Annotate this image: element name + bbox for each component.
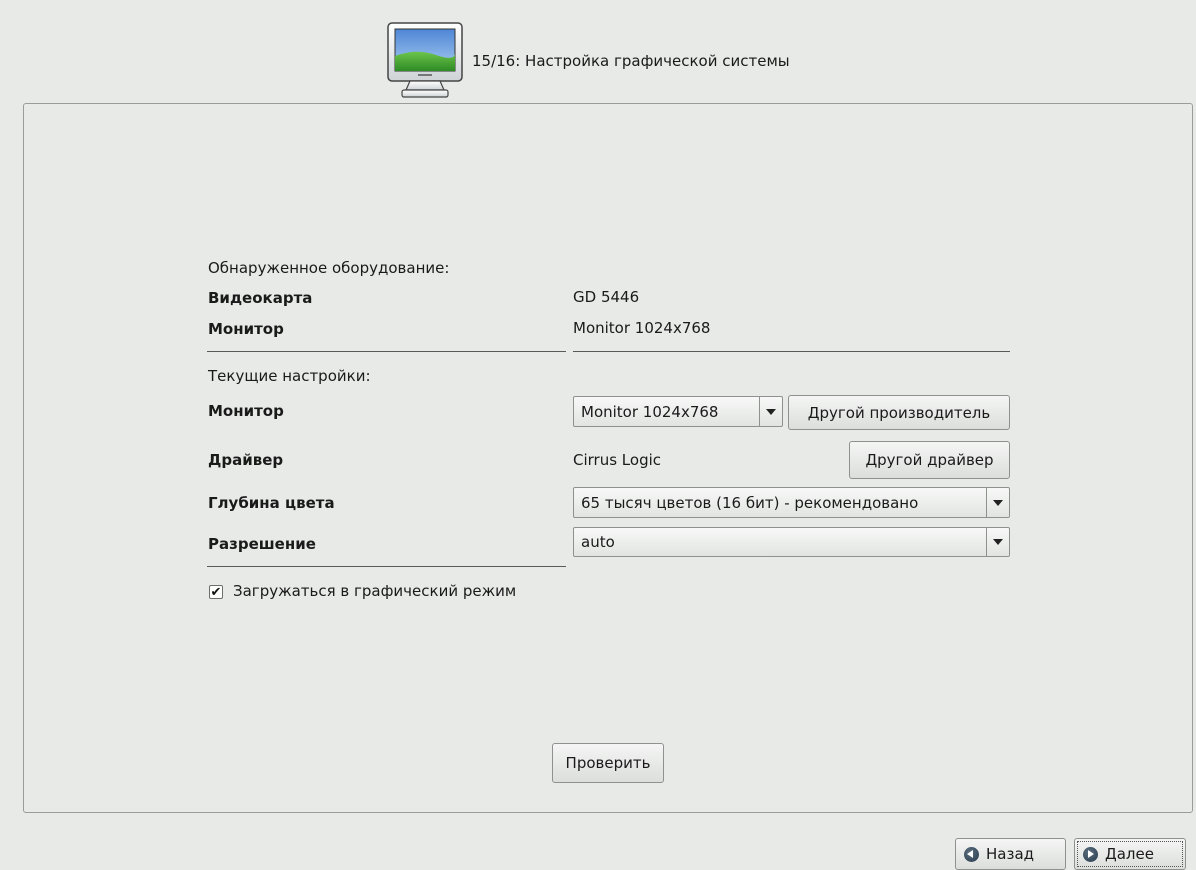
resolution-label: Разрешение bbox=[208, 535, 316, 553]
arrow-right-icon bbox=[1083, 846, 1098, 862]
separator-right-1 bbox=[573, 351, 1010, 352]
resolution-select-value: auto bbox=[581, 533, 615, 551]
detected-hardware-heading: Обнаруженное оборудование: bbox=[208, 259, 450, 277]
chevron-down-icon bbox=[986, 528, 1009, 556]
wizard-header: 15/16: Настройка графической системы bbox=[386, 22, 790, 100]
arrow-left-icon bbox=[964, 846, 979, 862]
other-vendor-button[interactable]: Другой производитель bbox=[788, 395, 1010, 430]
back-button[interactable]: Назад bbox=[955, 838, 1066, 870]
driver-value: Cirrus Logic bbox=[573, 451, 662, 469]
videocard-label: Видеокарта bbox=[208, 289, 313, 307]
driver-label: Драйвер bbox=[208, 451, 284, 469]
color-depth-select-value: 65 тысяч цветов (16 бит) - рекомендовано bbox=[581, 493, 919, 512]
monitor-icon bbox=[386, 22, 464, 100]
detected-monitor-label: Монитор bbox=[208, 320, 284, 338]
current-settings-heading: Текущие настройки: bbox=[208, 367, 371, 385]
boot-graphical-label[interactable]: Загружаться в графический режим bbox=[233, 582, 516, 600]
color-depth-label: Глубина цвета bbox=[208, 494, 335, 512]
page-title: 15/16: Настройка графической системы bbox=[472, 52, 790, 70]
monitor-select-value: Monitor 1024x768 bbox=[581, 402, 719, 421]
resolution-select[interactable]: auto bbox=[573, 527, 1010, 557]
separator-left-1 bbox=[207, 351, 566, 352]
other-driver-button[interactable]: Другой драйвер bbox=[849, 441, 1010, 479]
monitor-label: Монитор bbox=[208, 402, 284, 420]
monitor-select[interactable]: Monitor 1024x768 bbox=[573, 396, 783, 427]
chevron-down-icon bbox=[986, 488, 1009, 517]
boot-graphical-checkbox[interactable]: ✔ bbox=[209, 585, 223, 599]
next-button-label: Далее bbox=[1105, 845, 1154, 863]
test-button[interactable]: Проверить bbox=[552, 743, 664, 783]
next-button[interactable]: Далее bbox=[1074, 838, 1186, 870]
separator-left-2 bbox=[207, 566, 566, 567]
chevron-down-icon bbox=[759, 397, 782, 426]
checkmark-icon: ✔ bbox=[210, 584, 222, 600]
color-depth-select[interactable]: 65 тысяч цветов (16 бит) - рекомендовано bbox=[573, 487, 1010, 518]
videocard-value: GD 5446 bbox=[573, 288, 640, 306]
detected-monitor-value: Monitor 1024x768 bbox=[573, 319, 711, 337]
back-button-label: Назад bbox=[986, 845, 1035, 863]
